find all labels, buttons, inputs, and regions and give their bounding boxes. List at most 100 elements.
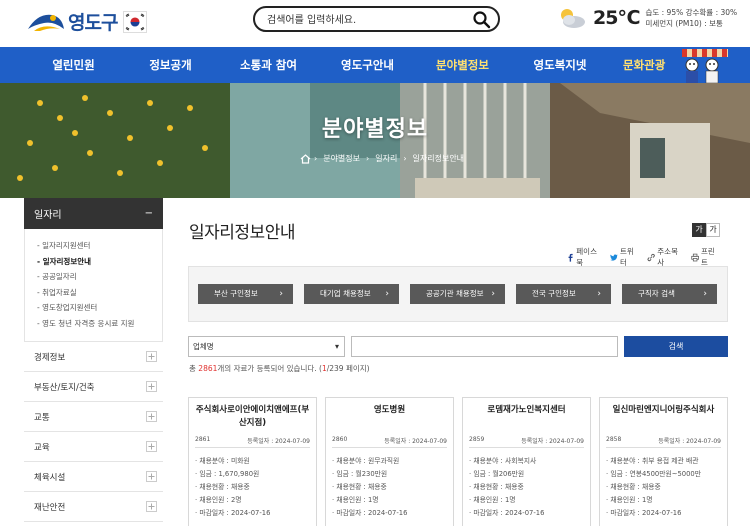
nav-communication[interactable]: 소통과 참여 bbox=[226, 47, 311, 83]
sidebar-section-jobs[interactable]: 일자리 − bbox=[24, 198, 163, 229]
expand-icon[interactable] bbox=[146, 501, 157, 512]
job-card[interactable]: 일신마린엔지니어링주식회사 2858 등록일자 : 2024-07-09 · 채… bbox=[599, 397, 728, 526]
sidebar-item-label: 부동산/토지/건축 bbox=[34, 382, 95, 393]
expand-icon[interactable] bbox=[146, 381, 157, 392]
chevron-right-icon: › bbox=[279, 289, 283, 299]
collapse-icon[interactable]: − bbox=[145, 208, 153, 219]
submenu-job-info[interactable]: - 일자리정보안내 bbox=[33, 254, 162, 270]
chevron-right-icon: › bbox=[491, 289, 495, 299]
job-headcount: · 채용인원 : 2명 bbox=[195, 496, 242, 504]
sidebar-item-disaster-safety[interactable]: 재난안전 bbox=[24, 492, 163, 522]
share-twitter[interactable]: 트위터 bbox=[609, 246, 639, 268]
job-wage: · 임금 : 월206만원 bbox=[469, 470, 525, 478]
job-headcount: · 채용인원 : 1명 bbox=[332, 496, 379, 504]
job-meta: 2859 등록일자 : 2024-07-09 bbox=[469, 436, 584, 448]
quick-link-nationwide-jobs[interactable]: 전국 구인정보 › bbox=[516, 284, 611, 304]
share-label: 페이스북 bbox=[576, 247, 597, 267]
submenu-job-materials[interactable]: - 취업자료실 bbox=[33, 285, 162, 301]
breadcrumb-current: 일자리정보안내 bbox=[412, 154, 465, 163]
search-button[interactable]: 검색 bbox=[624, 336, 728, 357]
job-details: · 채용분야 : 미화원 · 임금 : 1,670,980원 · 채용현황 : … bbox=[189, 448, 316, 520]
submenu-label: 영도창업지원센터 bbox=[42, 303, 98, 312]
font-size-large-button[interactable]: 가 bbox=[692, 223, 706, 237]
search-input[interactable] bbox=[267, 11, 467, 29]
cloudy-sun-icon bbox=[561, 9, 585, 28]
job-card[interactable]: 로뎀재가노인복지센터 2859 등록일자 : 2024-07-09 · 채용분야… bbox=[462, 397, 591, 526]
submenu-job-center[interactable]: - 일자리지원센터 bbox=[33, 238, 162, 254]
weather-humidity-line: 습도 : 95% 강수확률 : 30% bbox=[645, 8, 738, 17]
sidebar-item-label: 체육시설 bbox=[34, 472, 66, 483]
home-icon[interactable] bbox=[300, 153, 311, 164]
submenu-startup-center[interactable]: - 영도창업지원센터 bbox=[33, 300, 162, 316]
sidebar: 일자리 − - 일자리지원센터 - 일자리정보안내 - 공공일자리 - 취업자료… bbox=[24, 198, 163, 526]
sidebar-item-traffic[interactable]: 교통 bbox=[24, 402, 163, 432]
font-size-small-button[interactable]: 가 bbox=[706, 223, 720, 237]
count-total: 2861 bbox=[198, 364, 218, 373]
job-details: · 채용분야 : 취부 용접 제관 배관 · 임금 : 연봉4500만원~500… bbox=[600, 448, 727, 520]
quick-link-large-company[interactable]: 대기업 채용정보 › bbox=[304, 284, 399, 304]
page-title: 일자리정보안내 bbox=[189, 223, 295, 243]
nav-civil-service[interactable]: 열린민원 bbox=[36, 47, 111, 83]
job-reg-date: 등록일자 : 2024-07-09 bbox=[521, 438, 584, 445]
submenu-label: 공공일자리 bbox=[42, 272, 77, 281]
weather-details: 습도 : 95% 강수확률 : 30% 미세먼지 (PM10) : 보통 bbox=[645, 7, 737, 29]
expand-icon[interactable] bbox=[146, 471, 157, 482]
share-print[interactable]: 프린트 bbox=[691, 246, 720, 268]
breadcrumb: › 분야별정보 › 일자리 › 일자리정보안내 bbox=[300, 153, 467, 164]
share-copy-url[interactable]: 주소복사 bbox=[647, 246, 683, 268]
site-search bbox=[253, 6, 500, 32]
job-details: · 채용분야 : 사회복지사 · 임금 : 월206만원 · 채용현황 : 채용… bbox=[463, 448, 590, 520]
job-headcount: · 채용인원 : 1명 bbox=[606, 496, 653, 504]
sidebar-item-education[interactable]: 교육 bbox=[24, 432, 163, 462]
search-category-select[interactable]: 업체명 ▾ bbox=[188, 336, 345, 357]
job-wage: · 임금 : 월230만원 bbox=[332, 470, 388, 478]
nav-field-info[interactable]: 분야별정보 bbox=[425, 47, 500, 83]
submenu-public-jobs[interactable]: - 공공일자리 bbox=[33, 269, 162, 285]
job-reg-date: 등록일자 : 2024-07-09 bbox=[658, 438, 721, 445]
korea-flag-icon bbox=[123, 10, 148, 33]
nav-culture-label: 문화관광 bbox=[623, 58, 666, 72]
job-number: 2861 bbox=[195, 436, 211, 443]
result-count: 총 2861개의 자료가 등록되어 있습니다. (1/239 페이지) bbox=[189, 363, 370, 374]
nav-welfare-net[interactable]: 영도복지넷 bbox=[520, 47, 600, 83]
count-middle: 개의 자료가 등록되어 있습니다. ( bbox=[217, 364, 322, 373]
job-details: · 채용분야 : 원무과직원 · 임금 : 월230만원 · 채용현황 : 채용… bbox=[326, 448, 453, 520]
job-card[interactable]: 주식회사로이안에이치앤에프(부산지점) 2861 등록일자 : 2024-07-… bbox=[188, 397, 317, 526]
sidebar-item-economy[interactable]: 경제정보 bbox=[24, 342, 163, 372]
submenu-youth-exam-support[interactable]: - 영도 청년 자격증 응시료 지원 bbox=[33, 316, 162, 332]
sidebar-item-real-estate[interactable]: 부동산/토지/건축 bbox=[24, 372, 163, 402]
expand-icon[interactable] bbox=[146, 351, 157, 362]
nav-info-disclosure[interactable]: 정보공개 bbox=[133, 47, 208, 83]
quick-link-busan-jobs[interactable]: 부산 구인정보 › bbox=[198, 284, 293, 304]
submenu-label: 일자리지원센터 bbox=[42, 241, 91, 250]
nav-culture-tourism[interactable]: 문화관광 bbox=[610, 47, 750, 83]
sidebar-item-label: 교통 bbox=[34, 412, 50, 423]
chevron-right-icon: › bbox=[597, 289, 601, 299]
breadcrumb-item[interactable]: 분야별정보 bbox=[323, 153, 360, 164]
job-card[interactable]: 영도병원 2860 등록일자 : 2024-07-09 · 채용분야 : 원무과… bbox=[325, 397, 454, 526]
sidebar-item-sports[interactable]: 체육시설 bbox=[24, 462, 163, 492]
expand-icon[interactable] bbox=[146, 441, 157, 452]
breadcrumb-item[interactable]: 일자리 bbox=[375, 153, 397, 164]
job-status: · 채용현황 : 채용중 bbox=[606, 483, 661, 491]
job-wage: · 임금 : 1,670,980원 bbox=[195, 470, 260, 478]
share-facebook[interactable]: 페이스북 bbox=[566, 246, 602, 268]
search-icon[interactable] bbox=[472, 10, 492, 30]
job-company: 주식회사로이안에이치앤에프(부산지점) bbox=[195, 405, 310, 428]
chevron-down-icon: ▾ bbox=[334, 342, 339, 351]
sidebar-item-label: 경제정보 bbox=[34, 352, 66, 363]
site-logo[interactable]: 영도구 bbox=[26, 8, 148, 35]
nav-district-guide[interactable]: 영도구안내 bbox=[330, 47, 405, 83]
keyword-input[interactable] bbox=[351, 336, 618, 357]
job-company: 일신마린엔지니어링주식회사 bbox=[612, 405, 715, 415]
print-icon bbox=[691, 253, 699, 261]
job-status: · 채용현황 : 채용중 bbox=[332, 483, 387, 491]
job-field: · 채용분야 : 취부 용접 제관 배관 bbox=[606, 457, 699, 465]
quick-link-label: 부산 구인정보 bbox=[214, 289, 258, 298]
quick-link-job-seeker-search[interactable]: 구직자 검색 › bbox=[622, 284, 717, 304]
job-company: 로뎀재가노인복지센터 bbox=[487, 405, 566, 415]
job-deadline: · 마감일자 : 2024-07-16 bbox=[332, 509, 408, 517]
quick-link-public-institution[interactable]: 공공기관 채용정보 › bbox=[410, 284, 505, 304]
expand-icon[interactable] bbox=[146, 411, 157, 422]
facebook-icon bbox=[568, 253, 573, 262]
